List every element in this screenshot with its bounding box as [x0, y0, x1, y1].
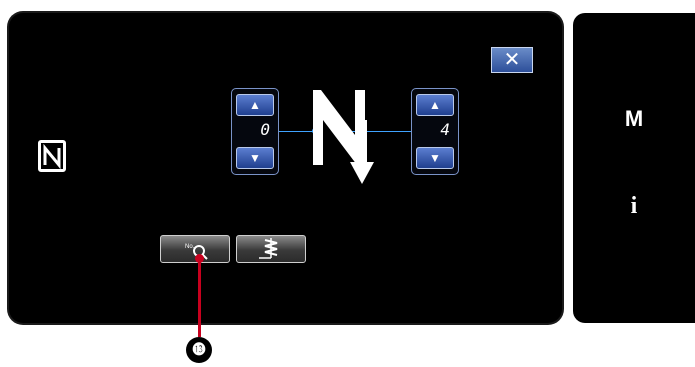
info-button[interactable]: i [573, 193, 695, 220]
right-value-spinner: ▲ 4 ▼ [411, 88, 459, 175]
left-up-button[interactable]: ▲ [236, 94, 274, 116]
callout-number: ⓭ [186, 337, 212, 363]
right-down-button[interactable]: ▼ [416, 147, 454, 169]
side-menu-panel [573, 13, 695, 323]
nfc-icon [38, 140, 66, 172]
mode-button[interactable]: M [573, 106, 695, 132]
close-button[interactable]: ✕ [491, 47, 533, 73]
stitch-symbol-icon [313, 90, 374, 184]
left-down-button[interactable]: ▼ [236, 147, 274, 169]
stitch-pattern-icon [259, 238, 278, 259]
callout-dot [195, 254, 204, 263]
callout-line [198, 257, 201, 337]
left-value-spinner: ▲ 0 ▼ [231, 88, 279, 175]
main-panel [9, 13, 562, 323]
right-value: 4 [440, 120, 450, 139]
left-connector-line [279, 131, 315, 132]
right-up-button[interactable]: ▲ [416, 94, 454, 116]
left-value: 0 [260, 120, 270, 139]
svg-text:No.: No. [185, 244, 195, 250]
stitch-pattern-button[interactable] [236, 235, 306, 263]
